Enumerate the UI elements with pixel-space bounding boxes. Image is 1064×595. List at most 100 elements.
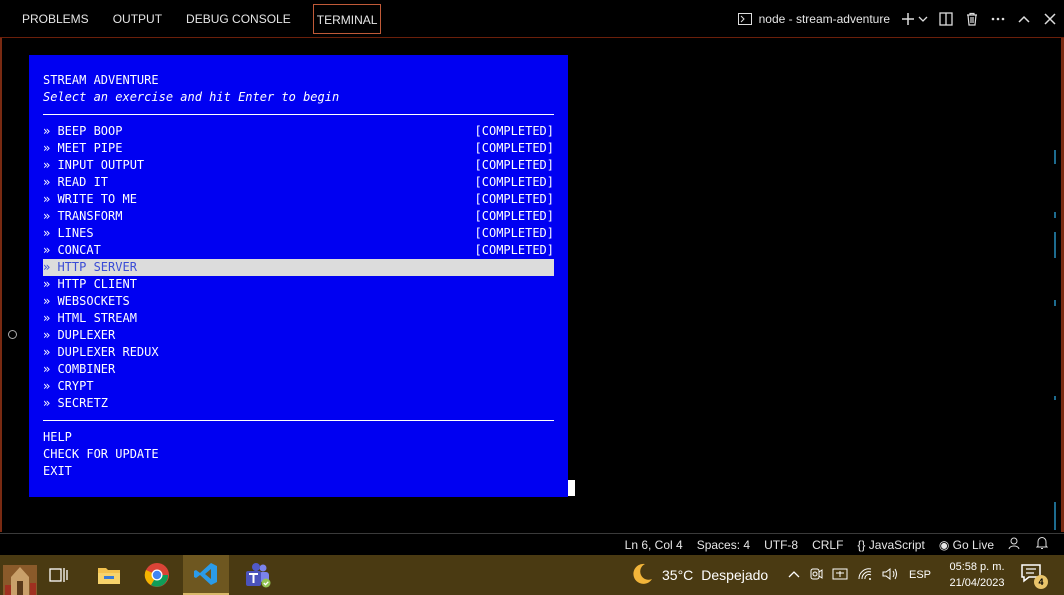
exercise-label: » TRANSFORM <box>43 209 123 223</box>
exercise-status: [COMPLETED] <box>474 124 554 138</box>
exercise-item[interactable]: » COMBINER <box>43 361 554 378</box>
more-actions-icon[interactable] <box>990 11 1006 27</box>
exercise-item[interactable]: » CONCAT [COMPLETED] <box>43 242 554 259</box>
go-live-label: Go Live <box>952 537 994 552</box>
exercise-status: [COMPLETED] <box>474 243 554 257</box>
scroll-marker <box>1054 232 1056 258</box>
panel-border-left <box>0 38 2 532</box>
go-live-button[interactable]: ◉ Go Live <box>939 538 994 552</box>
line-ending[interactable]: CRLF <box>812 538 843 552</box>
exercise-item[interactable]: » LINES [COMPLETED] <box>43 225 554 242</box>
volume-icon[interactable] <box>882 567 900 584</box>
temperature: 35°C <box>662 567 694 583</box>
menu-title: STREAM ADVENTURE <box>43 73 159 87</box>
exercise-status: [COMPLETED] <box>474 141 554 155</box>
status-bar: Ln 6, Col 4 Spaces: 4 UTF-8 CRLF {} Java… <box>0 533 1064 555</box>
vscode-icon[interactable] <box>183 555 229 595</box>
exercise-item[interactable]: » CRYPT <box>43 378 554 395</box>
exercise-label: » HTML STREAM <box>43 311 137 325</box>
scroll-marker <box>1054 502 1056 530</box>
file-explorer-icon[interactable] <box>86 555 132 595</box>
exercise-status: [COMPLETED] <box>474 192 554 206</box>
ime-icon[interactable] <box>832 567 848 584</box>
sash-handle[interactable] <box>8 330 17 339</box>
terminal-selector[interactable]: node - stream-adventure <box>737 11 890 27</box>
start-image-icon[interactable] <box>0 555 40 595</box>
exercise-label: » DUPLEXER <box>43 328 116 342</box>
cursor-position[interactable]: Ln 6, Col 4 <box>625 538 683 552</box>
exercise-label: » INPUT OUTPUT <box>43 158 145 172</box>
exercise-label: » BEEP BOOP <box>43 124 123 138</box>
tab-debug-console[interactable]: DEBUG CONSOLE <box>174 4 303 34</box>
moon-icon <box>630 562 654 589</box>
exercise-label: » CRYPT <box>43 379 94 393</box>
exercise-item[interactable]: » DUPLEXER REDUX <box>43 344 554 361</box>
tab-output[interactable]: OUTPUT <box>101 4 174 34</box>
exercise-item[interactable]: » WRITE TO ME [COMPLETED] <box>43 191 554 208</box>
exercise-status: [COMPLETED] <box>474 209 554 223</box>
notification-center-button[interactable]: 4 <box>1020 563 1048 589</box>
exercise-label: » SECRETZ <box>43 396 109 410</box>
exercise-item[interactable]: » WEBSOCKETS <box>43 293 554 310</box>
terminal-name: node - stream-adventure <box>758 12 890 26</box>
chrome-icon[interactable] <box>134 555 180 595</box>
scroll-marker <box>1054 212 1056 218</box>
exercise-label: » DUPLEXER REDUX <box>43 345 159 359</box>
language-mode[interactable]: {} JavaScript <box>857 538 924 552</box>
teams-icon[interactable] <box>234 555 280 595</box>
exercise-item[interactable]: » HTML STREAM <box>43 310 554 327</box>
task-view-icon[interactable] <box>36 555 82 595</box>
chevron-up-icon[interactable] <box>788 569 800 581</box>
split-terminal-icon[interactable] <box>938 11 954 27</box>
tab-terminal[interactable]: TERMINAL <box>312 4 382 34</box>
scroll-marker <box>1054 300 1056 306</box>
exercise-label: » WEBSOCKETS <box>43 294 130 308</box>
maximize-panel-icon[interactable] <box>1016 11 1032 27</box>
exercise-label: » COMBINER <box>43 362 116 376</box>
menu-subtitle: Select an exercise and hit Enter to begi… <box>43 90 340 104</box>
broadcast-icon: ◉ <box>938 537 950 552</box>
tab-problems[interactable]: PROBLEMS <box>10 4 101 34</box>
weather-condition: Despejado <box>701 567 769 583</box>
wifi-icon[interactable] <box>857 567 873 584</box>
weather-widget[interactable]: 35°C Despejado <box>630 555 768 595</box>
new-terminal-plus-icon[interactable] <box>900 11 916 27</box>
exercise-item[interactable]: » INPUT OUTPUT [COMPLETED] <box>43 157 554 174</box>
indentation[interactable]: Spaces: 4 <box>697 538 750 552</box>
exercise-item[interactable]: » READ IT [COMPLETED] <box>43 174 554 191</box>
exercise-label: » LINES <box>43 226 94 240</box>
clock[interactable]: 05:58 p. m. 21/04/2023 <box>942 559 1012 591</box>
feedback-icon[interactable] <box>1008 536 1022 553</box>
braces-icon: {} <box>857 537 866 552</box>
menu-check-for-update[interactable]: CHECK FOR UPDATE <box>43 446 554 463</box>
windows-taskbar: 35°C Despejado ESP 05:58 p. m. 21/04/202… <box>0 555 1064 595</box>
encoding[interactable]: UTF-8 <box>764 538 798 552</box>
exercise-label: » HTTP SERVER <box>43 260 137 274</box>
exercise-item[interactable]: » TRANSFORM [COMPLETED] <box>43 208 554 225</box>
clock-time: 05:58 p. m. <box>949 561 1005 573</box>
exercise-item[interactable]: » HTTP SERVER <box>43 259 554 276</box>
input-language[interactable]: ESP <box>909 569 931 581</box>
system-tray: ESP <box>788 555 931 595</box>
exercise-status: [COMPLETED] <box>474 226 554 240</box>
exercise-item[interactable]: » BEEP BOOP [COMPLETED] <box>43 123 554 140</box>
exercise-item[interactable]: » DUPLEXER <box>43 327 554 344</box>
exercise-item[interactable]: » SECRETZ <box>43 395 554 412</box>
exercise-status: [COMPLETED] <box>474 158 554 172</box>
exercise-label: » READ IT <box>43 175 109 189</box>
trash-icon[interactable] <box>964 11 980 27</box>
menu-help[interactable]: HELP <box>43 429 554 446</box>
close-panel-icon[interactable] <box>1042 11 1058 27</box>
exercise-item[interactable]: » MEET PIPE [COMPLETED] <box>43 140 554 157</box>
chevron-down-icon[interactable] <box>918 11 928 27</box>
clock-date: 21/04/2023 <box>949 577 1005 589</box>
menu-exit[interactable]: EXIT <box>43 463 554 480</box>
bell-icon[interactable] <box>1035 536 1049 553</box>
exercise-item[interactable]: » HTTP CLIENT <box>43 276 554 293</box>
camera-icon[interactable] <box>809 567 823 584</box>
terminal-icon <box>737 11 753 27</box>
notification-count-badge: 4 <box>1034 575 1048 589</box>
terminal-cursor <box>568 480 575 496</box>
scroll-marker <box>1054 150 1056 164</box>
exercise-label: » CONCAT <box>43 243 101 257</box>
